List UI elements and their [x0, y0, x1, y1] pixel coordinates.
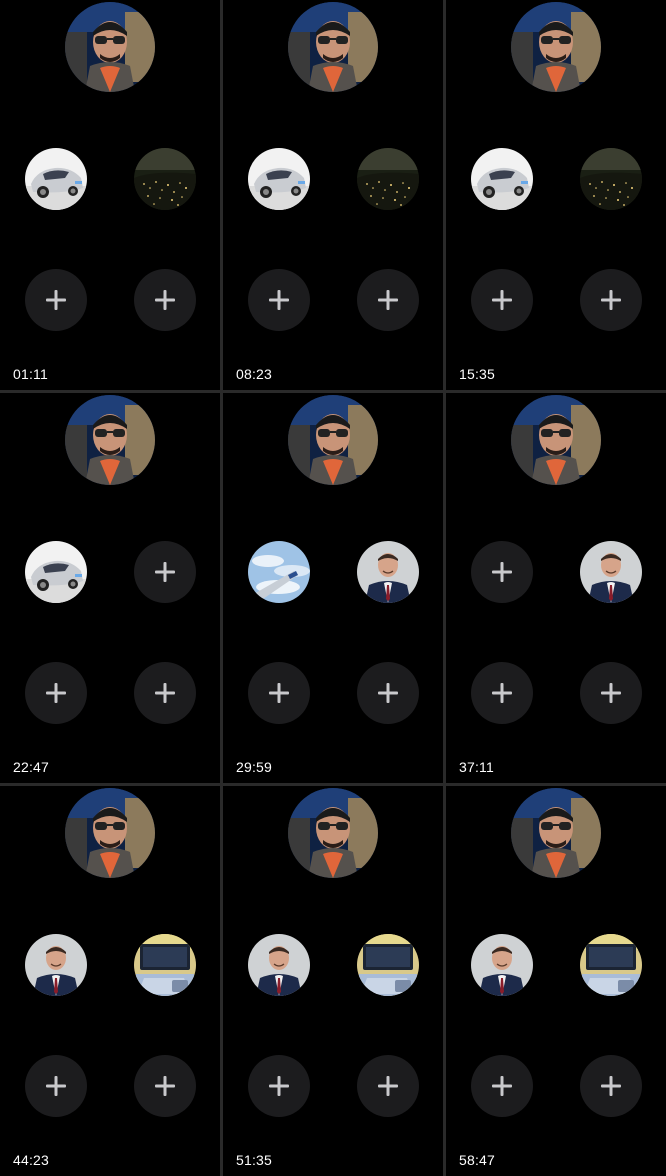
laptop-desk-photo[interactable] — [357, 934, 419, 996]
add-photo-button[interactable] — [134, 662, 196, 724]
laptop-desk-photo[interactable] — [134, 934, 196, 996]
frame-timestamp: 22:47 — [13, 759, 50, 775]
frame-timestamp: 08:23 — [236, 366, 273, 382]
airplane-wing-photo[interactable] — [248, 541, 310, 603]
frame-timestamp: 01:11 — [13, 366, 48, 382]
video-frame: 22:47 — [0, 393, 220, 783]
frame-timestamp: 44:23 — [13, 1152, 50, 1168]
video-frame: 44:23 — [0, 786, 220, 1176]
video-frame: 51:35 — [223, 786, 443, 1176]
laptop-desk-photo[interactable] — [580, 934, 642, 996]
grid-divider-vertical — [220, 0, 223, 1176]
add-photo-button[interactable] — [471, 1055, 533, 1117]
car-photo[interactable] — [471, 148, 533, 210]
add-photo-button[interactable] — [580, 1055, 642, 1117]
add-photo-button[interactable] — [134, 269, 196, 331]
man-suit-photo[interactable] — [580, 541, 642, 603]
profile-avatar[interactable] — [65, 395, 155, 485]
profile-avatar[interactable] — [511, 788, 601, 878]
profile-avatar[interactable] — [511, 2, 601, 92]
add-photo-button[interactable] — [471, 662, 533, 724]
video-frame: 58:47 — [446, 786, 666, 1176]
profile-avatar[interactable] — [288, 788, 378, 878]
add-photo-button[interactable] — [357, 269, 419, 331]
video-frame: 15:35 — [446, 0, 666, 390]
car-photo[interactable] — [25, 541, 87, 603]
add-photo-button[interactable] — [357, 662, 419, 724]
profile-avatar[interactable] — [288, 395, 378, 485]
add-photo-button[interactable] — [580, 662, 642, 724]
night-city-photo[interactable] — [357, 148, 419, 210]
frame-timestamp: 51:35 — [236, 1152, 273, 1168]
frame-timestamp: 58:47 — [459, 1152, 496, 1168]
add-photo-button[interactable] — [580, 269, 642, 331]
add-photo-button[interactable] — [248, 662, 310, 724]
grid-divider-horizontal — [0, 783, 666, 786]
man-suit-photo[interactable] — [25, 934, 87, 996]
night-city-photo[interactable] — [580, 148, 642, 210]
frame-timestamp: 29:59 — [236, 759, 273, 775]
video-frame: 37:11 — [446, 393, 666, 783]
add-photo-button[interactable] — [25, 1055, 87, 1117]
frame-timestamp: 37:11 — [459, 759, 494, 775]
add-photo-button[interactable] — [357, 1055, 419, 1117]
video-frame-grid: 01:11 08:23 15:35 22:47 29:59 37:11 44:2… — [0, 0, 666, 1176]
video-frame: 08:23 — [223, 0, 443, 390]
add-photo-button[interactable] — [471, 269, 533, 331]
profile-avatar[interactable] — [511, 395, 601, 485]
frame-timestamp: 15:35 — [459, 366, 496, 382]
night-city-photo[interactable] — [134, 148, 196, 210]
profile-avatar[interactable] — [65, 788, 155, 878]
profile-avatar[interactable] — [65, 2, 155, 92]
man-suit-photo[interactable] — [357, 541, 419, 603]
add-photo-button[interactable] — [134, 541, 196, 603]
grid-divider-horizontal — [0, 390, 666, 393]
man-suit-photo[interactable] — [248, 934, 310, 996]
add-photo-button[interactable] — [25, 662, 87, 724]
profile-avatar[interactable] — [288, 2, 378, 92]
video-frame: 01:11 — [0, 0, 220, 390]
car-photo[interactable] — [25, 148, 87, 210]
add-photo-button[interactable] — [471, 541, 533, 603]
man-suit-photo[interactable] — [471, 934, 533, 996]
add-photo-button[interactable] — [134, 1055, 196, 1117]
grid-divider-vertical — [443, 0, 446, 1176]
car-photo[interactable] — [248, 148, 310, 210]
add-photo-button[interactable] — [248, 1055, 310, 1117]
video-frame: 29:59 — [223, 393, 443, 783]
add-photo-button[interactable] — [25, 269, 87, 331]
add-photo-button[interactable] — [248, 269, 310, 331]
